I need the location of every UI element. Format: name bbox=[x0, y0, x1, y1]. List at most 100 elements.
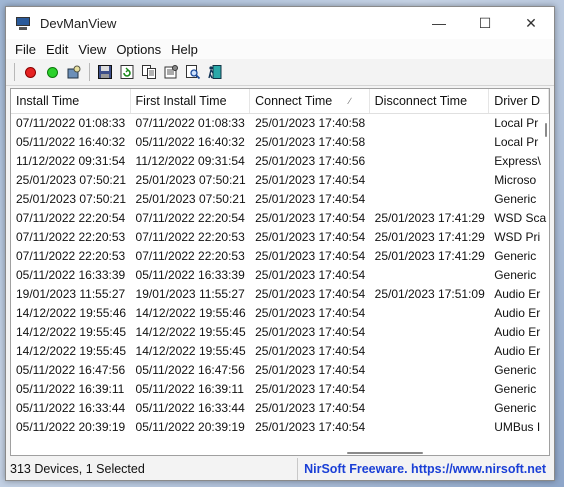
table-row[interactable]: 07/11/2022 01:08:33 07/11/2022 01:08:33 25… bbox=[11, 114, 549, 133]
table-row[interactable]: 05/11/2022 20:39:19 05/11/2022 20:39:19 25… bbox=[11, 418, 549, 437]
install-time-cell: 25/01/2023 07:50:21 bbox=[16, 173, 127, 187]
driver-description-cell: Audio Er bbox=[494, 287, 541, 301]
install-time-cell: 07/11/2022 22:20:53 bbox=[16, 249, 126, 263]
first-install-time-cell: 25/01/2023 07:50:21 bbox=[135, 173, 246, 187]
driver-description-cell: Local Pr bbox=[494, 116, 539, 130]
connect-time-cell: 25/01/2023 17:40:54 bbox=[255, 363, 366, 377]
refresh-icon[interactable] bbox=[116, 61, 138, 83]
table-row[interactable]: 05/11/2022 16:33:39 05/11/2022 16:33:39 25… bbox=[11, 266, 549, 285]
device-list[interactable]: Install Time First Install Time Connect … bbox=[10, 88, 550, 456]
first-install-time-cell: 07/11/2022 01:08:33 bbox=[135, 116, 245, 130]
table-row[interactable]: 07/11/2022 22:20:53 07/11/2022 22:20:53 25… bbox=[11, 247, 549, 266]
connect-time-cell: 25/01/2023 17:40:54 bbox=[255, 287, 366, 301]
sort-descending-icon: ∕ bbox=[349, 96, 351, 106]
horizontal-scrollbar[interactable] bbox=[11, 449, 545, 455]
status-bar: 313 Devices, 1 Selected NirSoft Freeware… bbox=[6, 458, 554, 480]
find-icon[interactable] bbox=[182, 61, 204, 83]
driver-description-cell: Audio Er bbox=[494, 325, 541, 339]
table-row[interactable]: 14/12/2022 19:55:45 14/12/2022 19:55:45 25… bbox=[11, 323, 549, 342]
table-row[interactable]: 07/11/2022 22:20:54 07/11/2022 22:20:54 25… bbox=[11, 209, 549, 228]
start-green-icon[interactable] bbox=[41, 61, 63, 83]
column-disconnect-time[interactable]: Disconnect Time bbox=[370, 89, 490, 113]
exit-icon[interactable] bbox=[204, 61, 226, 83]
disconnect-time-cell bbox=[370, 380, 490, 399]
driver-description-cell: Audio Er bbox=[494, 344, 541, 358]
table-row[interactable]: 25/01/2023 07:50:21 25/01/2023 07:50:21 25… bbox=[11, 190, 549, 209]
table-row[interactable]: 14/12/2022 19:55:46 14/12/2022 19:55:46 25… bbox=[11, 304, 549, 323]
menu-bar: File Edit View Options Help bbox=[6, 39, 554, 59]
table-row[interactable]: 19/01/2023 11:55:27 19/01/2023 11:55:27 25… bbox=[11, 285, 549, 304]
html-report-icon[interactable] bbox=[160, 61, 182, 83]
first-install-time-cell: 19/01/2023 11:55:27 bbox=[135, 287, 245, 301]
vertical-scrollbar[interactable] bbox=[543, 113, 549, 439]
first-install-time-cell: 11/12/2022 09:31:54 bbox=[135, 154, 245, 168]
connect-time-cell: 25/01/2023 17:40:54 bbox=[255, 211, 366, 225]
install-time-cell: 05/11/2022 16:40:32 bbox=[16, 135, 126, 149]
menu-view[interactable]: View bbox=[73, 42, 111, 57]
driver-description-cell: Generic bbox=[494, 363, 537, 377]
driver-description-cell: Express\ bbox=[494, 154, 541, 168]
first-install-time-cell: 05/11/2022 16:40:32 bbox=[135, 135, 245, 149]
close-button[interactable]: ✕ bbox=[508, 7, 554, 39]
driver-description-cell: Audio Er bbox=[494, 306, 541, 320]
properties-icon[interactable] bbox=[63, 61, 85, 83]
menu-help[interactable]: Help bbox=[166, 42, 203, 57]
connect-time-cell: 25/01/2023 17:40:54 bbox=[255, 306, 366, 320]
first-install-time-cell: 14/12/2022 19:55:45 bbox=[135, 344, 246, 358]
disconnect-time-cell: 25/01/2023 17:41:29 bbox=[374, 230, 485, 244]
table-row[interactable]: 07/11/2022 22:20:53 07/11/2022 22:20:53 25… bbox=[11, 228, 549, 247]
table-row[interactable]: 05/11/2022 16:40:32 05/11/2022 16:40:32 25… bbox=[11, 133, 549, 152]
disconnect-time-cell bbox=[370, 361, 490, 380]
disconnect-time-cell bbox=[370, 399, 490, 418]
table-row[interactable]: 11/12/2022 09:31:54 11/12/2022 09:31:54 25… bbox=[11, 152, 549, 171]
table-row[interactable]: 25/01/2023 07:50:21 25/01/2023 07:50:21 25… bbox=[11, 171, 549, 190]
driver-description-cell: Generic bbox=[494, 249, 537, 263]
install-time-cell: 14/12/2022 19:55:46 bbox=[16, 306, 127, 320]
column-first-install-time[interactable]: First Install Time bbox=[131, 89, 251, 113]
install-time-cell: 05/11/2022 16:47:56 bbox=[16, 363, 126, 377]
connect-time-cell: 25/01/2023 17:40:54 bbox=[255, 401, 366, 415]
install-time-cell: 05/11/2022 16:39:11 bbox=[16, 382, 125, 396]
install-time-cell: 14/12/2022 19:55:45 bbox=[16, 344, 127, 358]
connect-time-cell: 25/01/2023 17:40:58 bbox=[255, 116, 366, 130]
disconnect-time-cell: 25/01/2023 17:41:29 bbox=[374, 211, 485, 225]
driver-description-cell: Generic bbox=[494, 382, 537, 396]
menu-edit[interactable]: Edit bbox=[41, 42, 73, 57]
menu-file[interactable]: File bbox=[10, 42, 41, 57]
disconnect-time-cell bbox=[370, 133, 490, 152]
menu-options[interactable]: Options bbox=[111, 42, 166, 57]
install-time-cell: 25/01/2023 07:50:21 bbox=[16, 192, 127, 206]
disconnect-time-cell: 25/01/2023 17:51:09 bbox=[374, 287, 485, 301]
column-driver-description[interactable]: Driver D bbox=[489, 89, 549, 113]
connect-time-cell: 25/01/2023 17:40:54 bbox=[255, 249, 366, 263]
table-row[interactable]: 05/11/2022 16:39:11 05/11/2022 16:39:11 25… bbox=[11, 380, 549, 399]
horizontal-scroll-thumb[interactable] bbox=[347, 452, 423, 454]
first-install-time-cell: 14/12/2022 19:55:45 bbox=[135, 325, 246, 339]
first-install-time-cell: 05/11/2022 16:33:39 bbox=[135, 268, 245, 282]
minimize-button[interactable]: — bbox=[416, 7, 462, 39]
column-connect-time[interactable]: Connect Time ∕ bbox=[250, 89, 370, 113]
driver-description-cell: Local Pr bbox=[494, 135, 539, 149]
stop-red-icon[interactable] bbox=[19, 61, 41, 83]
toolbar bbox=[6, 59, 554, 86]
vertical-scroll-thumb[interactable] bbox=[545, 123, 547, 137]
disconnect-time-cell bbox=[370, 114, 490, 133]
connect-time-cell: 25/01/2023 17:40:54 bbox=[255, 173, 366, 187]
copy-icon[interactable] bbox=[138, 61, 160, 83]
connect-time-cell: 25/01/2023 17:40:58 bbox=[255, 135, 366, 149]
save-icon[interactable] bbox=[94, 61, 116, 83]
maximize-button[interactable]: ☐ bbox=[462, 7, 508, 39]
first-install-time-cell: 05/11/2022 20:39:19 bbox=[135, 420, 245, 434]
column-install-time[interactable]: Install Time bbox=[11, 89, 131, 113]
connect-time-cell: 25/01/2023 17:40:54 bbox=[255, 268, 366, 282]
install-time-cell: 11/12/2022 09:31:54 bbox=[16, 154, 126, 168]
driver-description-cell: Microso bbox=[494, 173, 537, 187]
table-row[interactable]: 14/12/2022 19:55:45 14/12/2022 19:55:45 25… bbox=[11, 342, 549, 361]
connect-time-cell: 25/01/2023 17:40:54 bbox=[255, 344, 366, 358]
table-row[interactable]: 05/11/2022 16:33:44 05/11/2022 16:33:44 25… bbox=[11, 399, 549, 418]
nirsoft-link[interactable]: NirSoft Freeware. https://www.nirsoft.ne… bbox=[297, 458, 554, 480]
connect-time-cell: 25/01/2023 17:40:54 bbox=[255, 325, 366, 339]
disconnect-time-cell bbox=[370, 304, 490, 323]
table-row[interactable]: 05/11/2022 16:47:56 05/11/2022 16:47:56 25… bbox=[11, 361, 549, 380]
title-bar[interactable]: DevManView — ☐ ✕ bbox=[6, 7, 554, 39]
